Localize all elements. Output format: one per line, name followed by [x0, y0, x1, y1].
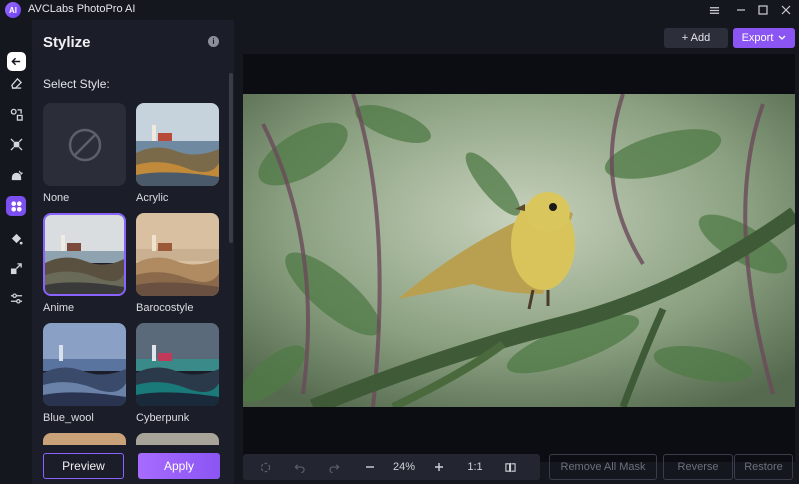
zoom-out-icon[interactable]	[360, 454, 380, 480]
style-label: None	[43, 192, 70, 204]
view-controls: 24% 1:1	[243, 454, 540, 480]
adjust-icon[interactable]	[6, 288, 26, 308]
actual-size-button[interactable]: 1:1	[464, 454, 486, 480]
stylize-icon[interactable]	[6, 196, 26, 216]
style-thumb	[136, 213, 219, 296]
back-button[interactable]	[7, 52, 26, 71]
maximize-icon[interactable]	[755, 2, 771, 18]
minimize-icon[interactable]	[733, 2, 749, 18]
face-icon[interactable]	[6, 165, 26, 185]
info-icon[interactable]: i	[208, 36, 219, 47]
undo-icon[interactable]	[289, 454, 309, 480]
eraser-icon[interactable]	[6, 72, 26, 92]
add-button[interactable]: + Add	[664, 28, 728, 48]
compare-icon[interactable]	[500, 454, 520, 480]
export-label: Export	[741, 32, 774, 44]
style-thumb-partial[interactable]	[136, 433, 219, 445]
redo-icon[interactable]	[324, 454, 344, 480]
style-thumb	[136, 103, 219, 186]
enhance-icon[interactable]	[6, 134, 26, 154]
app-logo: AI	[5, 2, 21, 18]
style-card-barocostyle[interactable]: Barocostyle	[136, 213, 219, 314]
back-arrow-icon	[11, 57, 21, 66]
zoom-level: 24%	[392, 461, 416, 473]
settings-icon[interactable]	[706, 2, 722, 18]
panel-title: Stylize	[43, 34, 91, 51]
style-label: Anime	[43, 302, 75, 314]
tool-rail	[0, 20, 32, 484]
stylize-panel: Stylize i Select Style: None Acrylic Ani…	[32, 20, 234, 484]
style-card-blue-wool[interactable]: Blue_wool	[43, 323, 126, 424]
preview-button[interactable]: Preview	[43, 453, 124, 479]
bird-image	[243, 94, 795, 407]
style-card-anime[interactable]: Anime	[43, 213, 126, 314]
style-card-none[interactable]: None	[43, 103, 126, 204]
style-thumb	[136, 323, 219, 406]
reverse-button[interactable]: Reverse	[663, 454, 733, 480]
colorize-icon[interactable]	[6, 228, 26, 248]
main-area: + Add Export 24% 1:1 Remove All Mask Rev…	[234, 20, 799, 484]
close-icon[interactable]	[778, 2, 794, 18]
stylized-photo	[243, 94, 795, 407]
style-thumb	[43, 323, 126, 406]
image-canvas[interactable]	[243, 54, 795, 462]
export-button[interactable]: Export	[733, 28, 795, 48]
app-title: AVCLabs PhotoPro AI	[28, 3, 136, 15]
style-card-acrylic[interactable]: Acrylic	[136, 103, 219, 204]
select-style-label: Select Style:	[43, 77, 110, 91]
chevron-down-icon	[778, 35, 786, 40]
restore-button[interactable]: Restore	[734, 454, 793, 480]
remove-all-mask-button[interactable]: Remove All Mask	[549, 454, 657, 480]
apply-button[interactable]: Apply	[138, 453, 220, 479]
no-style-icon	[68, 128, 101, 161]
reset-icon[interactable]	[255, 454, 275, 480]
object-icon[interactable]	[6, 104, 26, 124]
style-label: Barocostyle	[136, 302, 194, 314]
zoom-in-icon[interactable]	[429, 454, 449, 480]
style-label: Blue_wool	[43, 412, 94, 424]
style-thumb	[43, 213, 126, 296]
style-label: Cyberpunk	[136, 412, 190, 424]
title-bar: AI AVCLabs PhotoPro AI	[0, 0, 799, 20]
style-card-cyberpunk[interactable]: Cyberpunk	[136, 323, 219, 424]
upscale-icon[interactable]	[6, 258, 26, 278]
style-thumb	[43, 103, 126, 186]
style-thumb-partial[interactable]	[43, 433, 126, 445]
panel-scrollbar[interactable]	[229, 73, 233, 243]
style-label: Acrylic	[136, 192, 169, 204]
